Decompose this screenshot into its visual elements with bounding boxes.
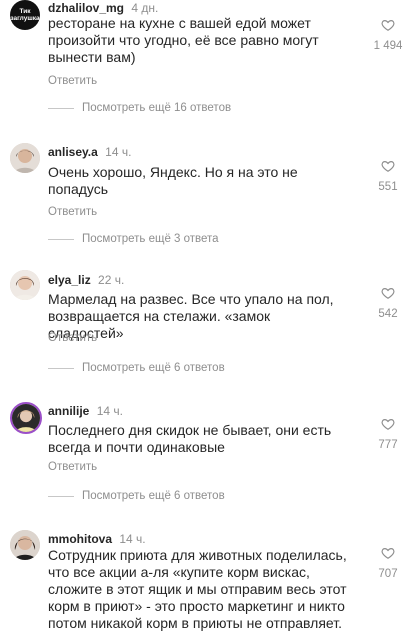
comment-line: Мармелад на развес. Все что упало на пол…: [48, 291, 334, 307]
avatar[interactable]: [10, 270, 40, 300]
like-count: 551: [378, 181, 398, 193]
view-replies-label: Посмотреть ещё 6 ответов: [82, 362, 225, 374]
comment-item: Тик заглушка dzhalilov_mg 4 дн. ресторан…: [0, 0, 420, 126]
like-area[interactable]: 1 494: [370, 18, 406, 52]
like-count: 1 494: [373, 40, 403, 52]
view-replies-button[interactable]: Посмотреть ещё 6 ответов: [48, 362, 225, 374]
comment-meta: mmohitova 14 ч.: [48, 532, 146, 546]
like-count: 542: [378, 308, 398, 320]
heart-outline-icon[interactable]: [381, 18, 395, 32]
like-count: 707: [378, 568, 398, 580]
comment-line: Сотрудник приюта для животных поделилась…: [48, 547, 347, 563]
timestamp: 14 ч.: [119, 532, 146, 546]
like-area[interactable]: 707: [370, 546, 406, 580]
view-replies-label: Посмотреть ещё 3 ответа: [82, 233, 219, 245]
reply-button[interactable]: Ответить: [48, 332, 97, 344]
username[interactable]: dzhalilov_mg: [48, 1, 124, 15]
like-count: 777: [378, 439, 398, 451]
comment-line: Последнего дня скидок не бывает, они ест…: [48, 422, 332, 438]
comment-text: ресторане на кухне с вашей едой может пр…: [48, 15, 348, 66]
comment-item: annilije 14 ч. Последнего дня скидок не …: [0, 402, 420, 512]
timestamp: 4 дн.: [131, 1, 159, 15]
comment-line: корм в приют» - это просто маркетинг и н…: [48, 598, 345, 614]
view-replies-button[interactable]: Посмотреть ещё 16 ответов: [48, 102, 231, 114]
comment-meta: dzhalilov_mg 4 дн.: [48, 1, 158, 15]
comment-text: Сотрудник приюта для животных поделилась…: [48, 547, 368, 632]
username[interactable]: annilije: [48, 404, 89, 418]
comment-item: elya_liz 22 ч. Мармелад на развес. Все ч…: [0, 270, 420, 380]
comment-line: что все акции а-ля «купите корм вискас,: [48, 564, 310, 580]
comment-line: вынести вам): [48, 49, 136, 65]
comment-line: ресторане на кухне с вашей едой может: [48, 15, 311, 31]
comment-text: Последнего дня скидок не бывает, они ест…: [48, 422, 348, 456]
view-replies-label: Посмотреть ещё 6 ответов: [82, 490, 225, 502]
divider-line: [48, 367, 74, 369]
timestamp: 14 ч.: [96, 404, 123, 418]
view-replies-label: Посмотреть ещё 16 ответов: [82, 102, 232, 114]
avatar-photo: [10, 143, 40, 173]
username[interactable]: anlisey.a: [48, 145, 98, 159]
avatar-photo: [12, 404, 40, 432]
reply-button[interactable]: Ответить: [48, 75, 97, 87]
comment-line: попадусь: [48, 181, 109, 197]
avatar-photo: [10, 530, 40, 560]
comment-line: сложите в этот ящик и мы отправим весь э…: [48, 581, 347, 597]
comment-item: anlisey.a 14 ч. Очень хорошо, Яндекс. Но…: [0, 143, 420, 253]
view-replies-button[interactable]: Посмотреть ещё 6 ответов: [48, 490, 225, 502]
like-area[interactable]: 777: [370, 417, 406, 451]
comment-meta: annilije 14 ч.: [48, 404, 123, 418]
comment-line: Очень хорошо, Яндекс. Но я на это не: [48, 164, 298, 180]
heart-outline-icon[interactable]: [381, 546, 395, 560]
avatar-caption: заглушка: [10, 15, 40, 22]
view-replies-button[interactable]: Посмотреть ещё 3 ответа: [48, 233, 219, 245]
avatar[interactable]: [10, 530, 40, 560]
heart-outline-icon[interactable]: [381, 417, 395, 431]
like-area[interactable]: 542: [370, 286, 406, 320]
avatar[interactable]: [10, 402, 42, 434]
like-area[interactable]: 551: [370, 159, 406, 193]
username[interactable]: elya_liz: [48, 273, 91, 287]
reply-button[interactable]: Ответить: [48, 206, 97, 218]
username[interactable]: mmohitova: [48, 532, 112, 546]
comment-line: всегда и почти одинаковые: [48, 439, 225, 455]
heart-outline-icon[interactable]: [381, 286, 395, 300]
reply-button[interactable]: Ответить: [48, 461, 97, 473]
comment-meta: elya_liz 22 ч.: [48, 273, 124, 287]
timestamp: 22 ч.: [98, 273, 125, 287]
avatar-caption: Тик: [19, 8, 31, 15]
divider-line: [48, 107, 74, 109]
comment-line: произойти что угодно, её все равно могут: [48, 32, 319, 48]
heart-outline-icon[interactable]: [381, 159, 395, 173]
divider-line: [48, 495, 74, 497]
avatar[interactable]: Тик заглушка: [10, 0, 40, 30]
divider-line: [48, 238, 74, 240]
comment-line: потом никакой корм в приюты не отправляе…: [48, 615, 342, 631]
comment-item: mmohitova 14 ч. Сотрудник приюта для жив…: [0, 530, 420, 631]
avatar-photo: [10, 270, 40, 300]
comment-text: Очень хорошо, Яндекс. Но я на это не поп…: [48, 164, 348, 198]
avatar[interactable]: [10, 143, 40, 173]
timestamp: 14 ч.: [105, 145, 132, 159]
comment-meta: anlisey.a 14 ч.: [48, 145, 131, 159]
